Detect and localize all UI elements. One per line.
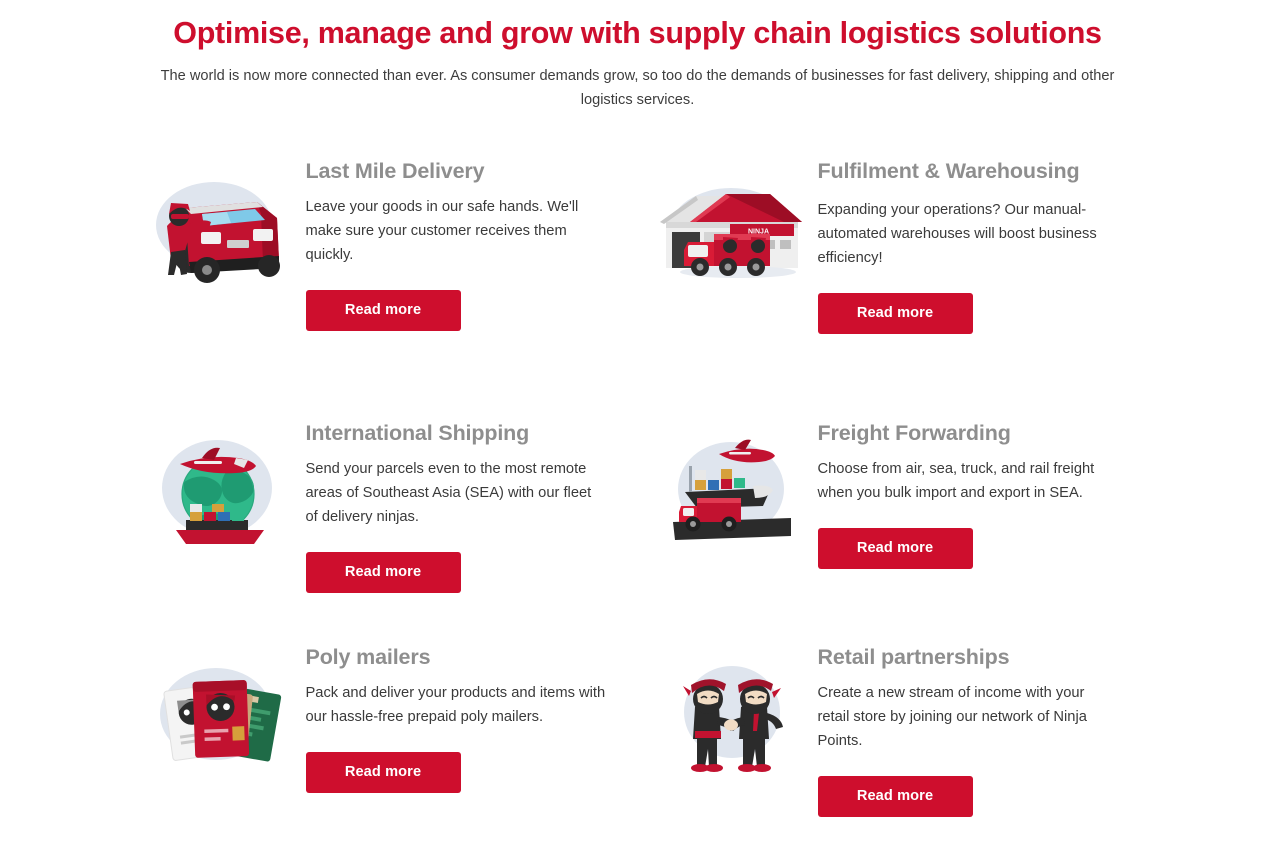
poly-mailer-bags-illustration (134, 654, 306, 786)
two-ninjas-handshake-illustration (646, 654, 818, 786)
read-more-button-last-mile-delivery[interactable]: Read more (305, 289, 461, 332)
card-description: Choose from air, sea, truck, and rail fr… (817, 460, 1095, 501)
service-card-poly-mailers: Poly mailers Pack and deliver your produ… (126, 640, 638, 840)
plane-cargoship-truck-illustration (646, 430, 818, 562)
card-body: Retail partnerships Create a new stream … (817, 640, 1130, 818)
card-description: Create a new stream of income with your … (817, 684, 1087, 749)
delivery-van-illustration (134, 168, 306, 300)
service-card-last-mile-delivery: Last Mile Delivery Leave your goods in o… (126, 154, 638, 416)
card-body: Last Mile Delivery Leave your goods in o… (305, 154, 618, 332)
globe-plane-ship-illustration (134, 430, 306, 562)
services-grid: Last Mile Delivery Leave your goods in o… (0, 154, 1275, 840)
service-card-freight-forwarding: Freight Forwarding Choose from air, sea,… (638, 416, 1150, 640)
page-subtitle: The world is now more connected than eve… (160, 68, 1115, 108)
read-more-button-international-shipping[interactable]: Read more (305, 551, 461, 594)
warehouse-truck-illustration: NINJA (646, 168, 818, 300)
card-description: Pack and deliver your products and items… (305, 684, 606, 725)
page-title: Optimise, manage and grow with supply ch… (173, 16, 1102, 50)
card-description: Leave your goods in our safe hands. We'l… (305, 198, 579, 263)
card-body: Fulfilment & Warehousing Expanding your … (817, 154, 1130, 335)
card-title: Retail partnerships (817, 645, 1010, 670)
page-root: Optimise, manage and grow with supply ch… (0, 0, 1275, 850)
page-header: Optimise, manage and grow with supply ch… (0, 0, 1275, 112)
card-title: Last Mile Delivery (305, 159, 485, 184)
card-title: Freight Forwarding (817, 421, 1011, 446)
card-description: Send your parcels even to the most remot… (305, 460, 592, 525)
card-title: Poly mailers (305, 645, 431, 670)
card-body: Poly mailers Pack and deliver your produ… (305, 640, 618, 794)
service-card-fulfilment-warehousing: NINJA Fulfilment & Warehousing Expanding… (638, 154, 1150, 416)
service-card-international-shipping: International Shipping Send your parcels… (126, 416, 638, 640)
card-body: International Shipping Send your parcels… (305, 416, 618, 594)
card-title: Fulfilment & Warehousing (817, 159, 1080, 184)
card-description: Expanding your operations? Our manual-au… (817, 201, 1097, 266)
read-more-button-freight-forwarding[interactable]: Read more (817, 527, 973, 570)
service-card-retail-partnerships: Retail partnerships Create a new stream … (638, 640, 1150, 840)
read-more-button-poly-mailers[interactable]: Read more (305, 751, 461, 794)
card-body: Freight Forwarding Choose from air, sea,… (817, 416, 1130, 570)
card-title: International Shipping (305, 421, 530, 446)
read-more-button-retail-partnerships[interactable]: Read more (817, 775, 973, 818)
read-more-button-fulfilment-warehousing[interactable]: Read more (817, 292, 973, 335)
